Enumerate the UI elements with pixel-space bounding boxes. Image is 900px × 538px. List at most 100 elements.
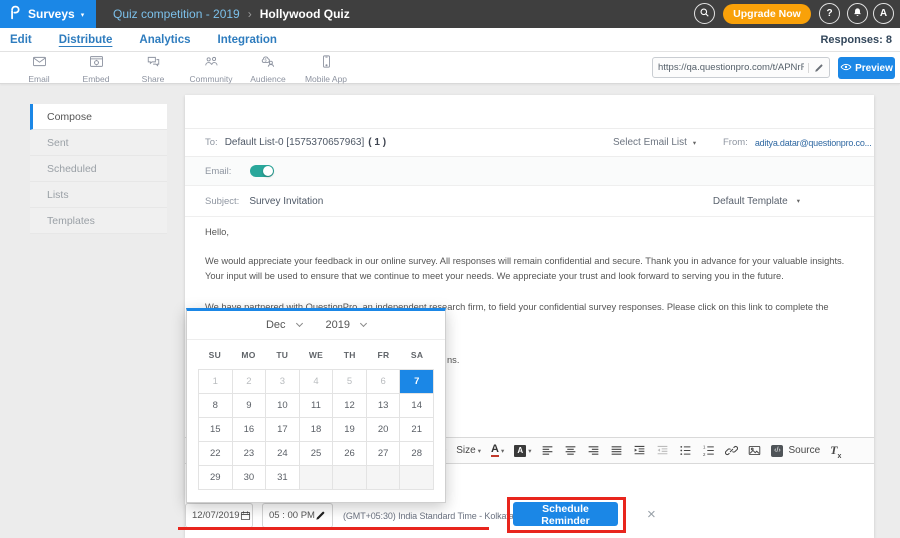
search-button[interactable] [694, 3, 715, 24]
channel-community[interactable]: Community [180, 54, 242, 84]
day-cell-31[interactable]: 31 [266, 466, 299, 489]
sidebar-item-templates[interactable]: Templates [30, 208, 167, 234]
day-cell-15[interactable]: 15 [199, 418, 232, 441]
day-cell-7[interactable]: 7 [400, 370, 433, 393]
help-button[interactable]: ? [819, 3, 840, 24]
day-cell-27[interactable]: 27 [367, 442, 400, 465]
channel-email[interactable]: Email [8, 54, 70, 84]
surveys-menu[interactable]: Surveys ▾ [0, 0, 96, 28]
year-select[interactable]: 2019 [326, 319, 366, 331]
channel-share[interactable]: Share [122, 54, 184, 84]
channel-audience[interactable]: $Audience [237, 54, 299, 84]
day-cell-21[interactable]: 21 [400, 418, 433, 441]
background-color-button[interactable]: A▾ [514, 445, 531, 457]
indent-button[interactable] [633, 444, 646, 457]
breadcrumb-separator: › [248, 7, 252, 21]
schedule-reminder-button[interactable]: Schedule Reminder [513, 502, 618, 526]
upgrade-now-button[interactable]: Upgrade Now [723, 4, 811, 24]
app-window: Surveys ▾ Quiz competition - 2019 › Holl… [0, 0, 900, 538]
schedule-time-input[interactable]: 05 : 00 PM [262, 503, 333, 528]
sidebar-item-lists[interactable]: Lists [30, 182, 167, 208]
tab-integration[interactable]: Integration [218, 34, 277, 46]
notifications-button[interactable] [847, 3, 868, 24]
tab-distribute[interactable]: Distribute [59, 34, 113, 46]
caret-down-icon: ▾ [797, 197, 800, 205]
align-center-button[interactable] [564, 444, 577, 457]
day-cell-4[interactable]: 4 [300, 370, 333, 393]
day-cell-29[interactable]: 29 [199, 466, 232, 489]
day-cell-13[interactable]: 13 [367, 394, 400, 417]
email-body-paragraph: We would appreciate your feedback in our… [205, 254, 858, 284]
channel-mobile-app[interactable]: Mobile App [295, 54, 357, 84]
day-cell-23[interactable]: 23 [233, 442, 266, 465]
breadcrumb-survey-folder[interactable]: Quiz competition - 2019 [113, 7, 240, 21]
bulleted-list-button[interactable] [679, 444, 692, 457]
channel-embed[interactable]: Embed [65, 54, 127, 84]
numbered-list-button[interactable]: 12 [702, 444, 715, 457]
sidebar-item-scheduled[interactable]: Scheduled [30, 156, 167, 182]
day-cell-2[interactable]: 2 [233, 370, 266, 393]
day-cell-26[interactable]: 26 [333, 442, 366, 465]
tab-analytics[interactable]: Analytics [139, 34, 190, 46]
align-left-button[interactable] [541, 444, 554, 457]
day-cell-30[interactable]: 30 [233, 466, 266, 489]
day-cell-12[interactable]: 12 [333, 394, 366, 417]
day-cell-20[interactable]: 20 [367, 418, 400, 441]
edit-time-icon[interactable] [315, 510, 326, 521]
sidebar-item-sent[interactable]: Sent [30, 130, 167, 156]
edit-url-icon[interactable] [808, 63, 824, 73]
email-toggle[interactable] [250, 165, 274, 177]
email-body-greeting: Hello, [205, 226, 229, 237]
schedule-date-input[interactable]: 12/07/2019 [185, 503, 253, 528]
day-cell-11[interactable]: 11 [300, 394, 333, 417]
text-color-button[interactable]: A▾ [491, 444, 504, 457]
align-right-button[interactable] [587, 444, 600, 457]
day-cell-17[interactable]: 17 [266, 418, 299, 441]
day-cell-9[interactable]: 9 [233, 394, 266, 417]
schedule-date-value: 12/07/2019 [192, 510, 240, 521]
day-cell-5[interactable]: 5 [333, 370, 366, 393]
to-row: To: Default List-0 [1575370657963] ( 1 )… [185, 128, 874, 157]
day-cell-18[interactable]: 18 [300, 418, 333, 441]
day-cell-19[interactable]: 19 [333, 418, 366, 441]
share-icon [146, 56, 161, 73]
channel-label: Audience [237, 74, 299, 84]
source-button[interactable]: ‹/›Source [771, 445, 820, 457]
day-cell-10[interactable]: 10 [266, 394, 299, 417]
day-cell-empty [367, 466, 400, 489]
community-icon [204, 56, 219, 73]
day-cell-16[interactable]: 16 [233, 418, 266, 441]
tab-edit[interactable]: Edit [10, 34, 32, 46]
day-cell-22[interactable]: 22 [199, 442, 232, 465]
from-email[interactable]: aditya.datar@questionpro.co... [755, 138, 872, 148]
month-select[interactable]: Dec [266, 319, 302, 331]
template-dropdown[interactable]: Default Template ▾ [713, 196, 800, 207]
day-cell-8[interactable]: 8 [199, 394, 232, 417]
avatar[interactable]: A [873, 3, 894, 24]
day-cell-3[interactable]: 3 [266, 370, 299, 393]
subject-value[interactable]: Survey Invitation [249, 196, 323, 207]
day-cell-24[interactable]: 24 [266, 442, 299, 465]
link-button[interactable] [725, 444, 738, 457]
top-header: Surveys ▾ Quiz competition - 2019 › Holl… [0, 0, 900, 28]
size-dropdown-button[interactable]: Size▾ [456, 445, 481, 456]
email-body-fragment: ns. [447, 355, 459, 365]
preview-button[interactable]: Preview [838, 57, 895, 79]
select-email-list-dropdown[interactable]: Select Email List ▾ [613, 137, 696, 148]
toggle-knob [263, 166, 273, 176]
sidebar-item-compose[interactable]: Compose [30, 104, 167, 130]
to-value: Default List-0 [1575370657963] [225, 137, 365, 148]
day-cell-28[interactable]: 28 [400, 442, 433, 465]
calendar-icon[interactable] [240, 510, 251, 521]
day-cell-1[interactable]: 1 [199, 370, 232, 393]
day-cell-25[interactable]: 25 [300, 442, 333, 465]
justify-button[interactable] [610, 444, 623, 457]
day-header-th: TH [333, 350, 367, 360]
remove-format-button[interactable]: Tx [830, 441, 841, 460]
image-button[interactable] [748, 444, 761, 457]
day-cell-6[interactable]: 6 [367, 370, 400, 393]
chevron-down-icon: ▾ [81, 11, 85, 19]
survey-url-field[interactable]: https://qa.questionpro.com/t/APNrFZf2S [652, 57, 830, 78]
close-icon[interactable]: × [647, 504, 656, 526]
day-cell-14[interactable]: 14 [400, 394, 433, 417]
